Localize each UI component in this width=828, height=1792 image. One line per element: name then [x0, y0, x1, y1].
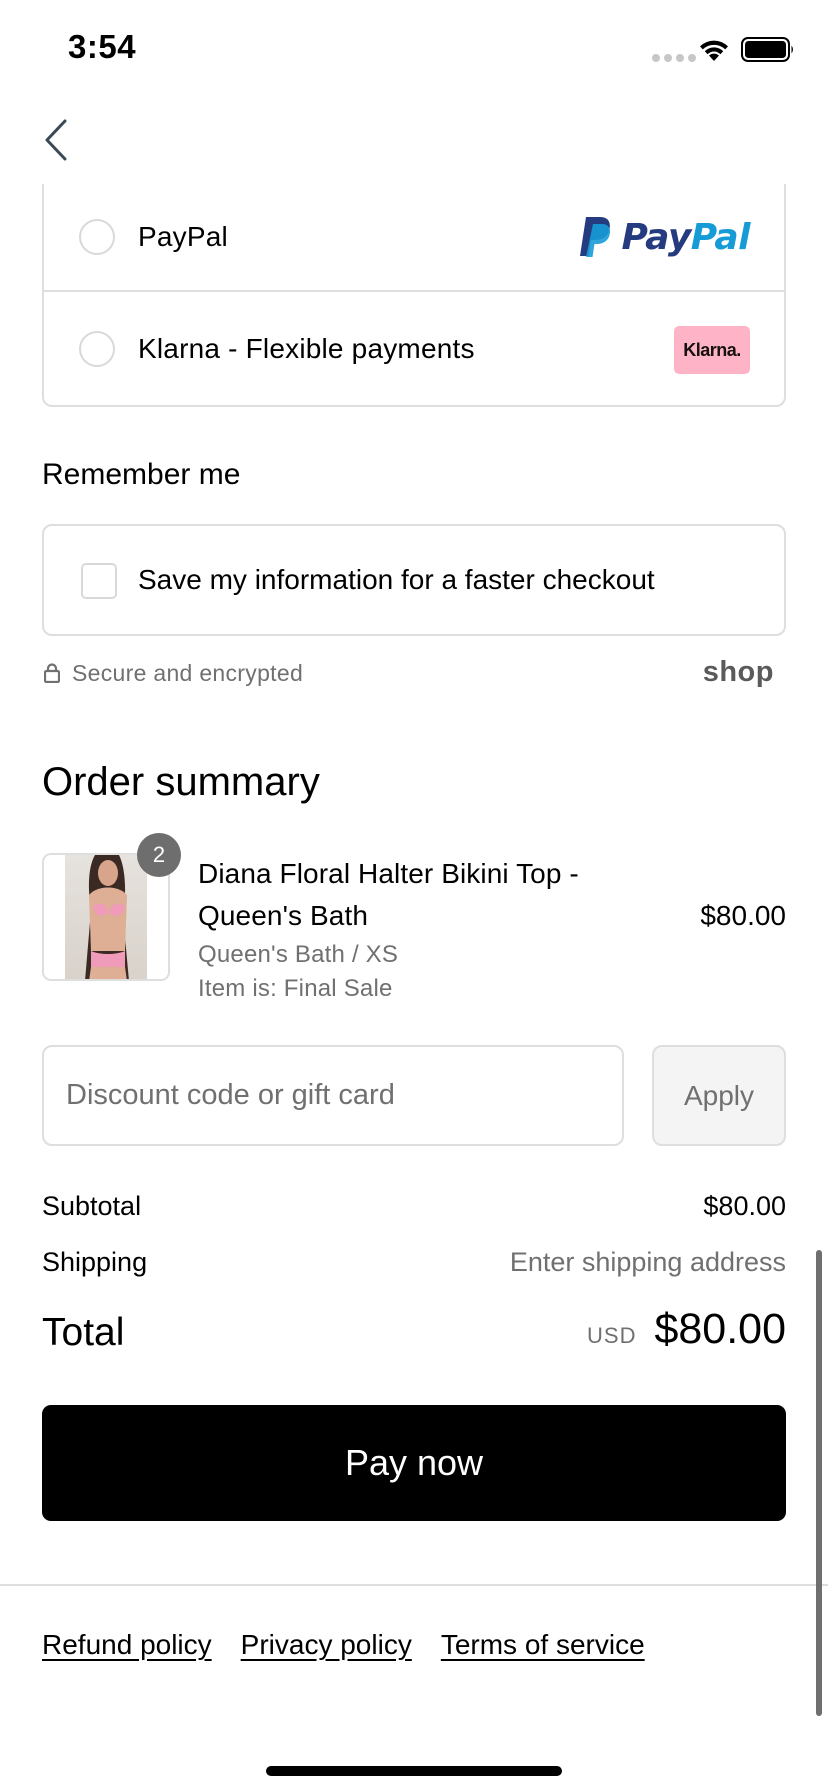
quantity-badge: 2	[137, 833, 181, 877]
product-variant: Queen's Bath / XS	[198, 941, 399, 968]
save-info-checkbox[interactable]	[81, 563, 117, 599]
paypal-logo-text-pal: Pal	[690, 216, 751, 258]
order-summary-title: Order summary	[42, 760, 320, 804]
product-photo-illustration	[85, 855, 129, 979]
shipping-row: Shipping Enter shipping address	[42, 1247, 786, 1278]
subtotal-value: $80.00	[703, 1191, 786, 1221]
product-name: Diana Floral Halter Bikini Top - Queen's…	[198, 858, 579, 931]
footer-divider	[0, 1584, 828, 1586]
paypal-logo-text-pay: Pay	[621, 216, 692, 258]
payment-method-list: PayPal Pay Pal Klarna - Flexible payments…	[42, 184, 786, 407]
total-value-group: USD $80.00	[587, 1305, 786, 1354]
shipping-value: Enter shipping address	[509, 1247, 786, 1277]
order-item: 2 Diana Floral Halter Bikini Top - Queen…	[42, 833, 786, 1013]
shop-logo: shop	[702, 656, 774, 688]
navigation-bar	[0, 96, 828, 184]
pay-now-button[interactable]: Pay now	[42, 1405, 786, 1521]
chevron-left-icon	[45, 119, 67, 161]
back-button[interactable]	[36, 112, 76, 168]
apply-discount-button[interactable]: Apply	[652, 1045, 786, 1146]
secure-row: Secure and encrypted shop	[42, 656, 786, 692]
paypal-radio[interactable]	[79, 219, 115, 255]
shipping-label: Shipping	[42, 1247, 148, 1277]
lock-icon	[44, 663, 60, 683]
remember-me-title: Remember me	[42, 458, 241, 491]
footer-links: Refund policy Privacy policy Terms of se…	[42, 1629, 645, 1661]
payment-option-paypal[interactable]: PayPal Pay Pal	[44, 184, 784, 292]
discount-code-input[interactable]	[42, 1045, 624, 1146]
privacy-policy-link[interactable]: Privacy policy	[241, 1629, 412, 1661]
terms-of-service-link[interactable]: Terms of service	[441, 1629, 645, 1661]
home-indicator[interactable]	[266, 1766, 562, 1776]
status-time: 3:54	[68, 28, 137, 65]
cellular-signal-icon	[652, 54, 696, 62]
subtotal-row: Subtotal $80.00	[42, 1191, 786, 1222]
total-value: $80.00	[654, 1305, 786, 1353]
remember-me-option[interactable]: Save my information for a faster checkou…	[42, 524, 786, 636]
subtotal-label: Subtotal	[42, 1191, 142, 1221]
product-price: $80.00	[700, 900, 786, 931]
klarna-radio[interactable]	[79, 331, 115, 367]
scrollbar[interactable]	[816, 1250, 822, 1716]
product-image	[65, 855, 147, 979]
paypal-p-icon	[579, 217, 610, 257]
status-bar: 3:54	[0, 0, 828, 96]
klarna-label: Klarna - Flexible payments	[138, 333, 475, 364]
battery-icon	[741, 37, 793, 62]
refund-policy-link[interactable]: Refund policy	[42, 1629, 212, 1661]
currency-code: USD	[587, 1323, 637, 1348]
wifi-icon	[700, 40, 728, 61]
save-info-label: Save my information for a faster checkou…	[138, 564, 655, 595]
paypal-logo: Pay Pal	[578, 212, 751, 262]
klarna-logo: Klarna.	[674, 326, 750, 374]
paypal-label: PayPal	[138, 221, 228, 252]
total-label: Total	[42, 1311, 125, 1354]
product-final-sale-note: Item is: Final Sale	[198, 975, 393, 1002]
secure-text: Secure and encrypted	[72, 660, 304, 686]
payment-option-klarna[interactable]: Klarna - Flexible payments Klarna.	[44, 294, 784, 404]
